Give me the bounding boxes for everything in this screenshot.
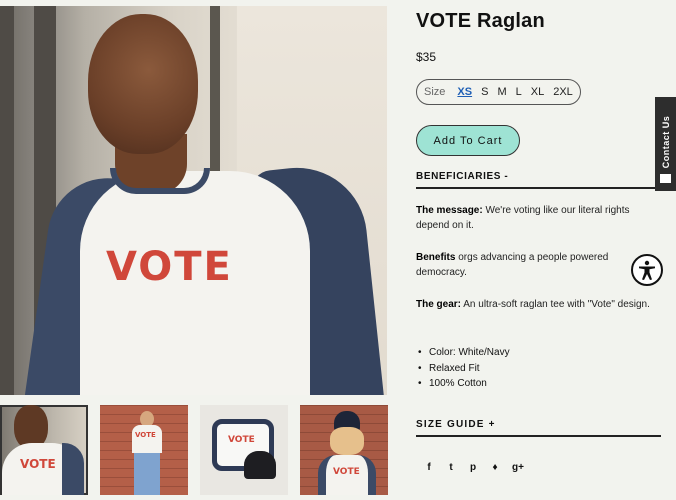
thumbnail-2[interactable]: VOTE [100,405,188,495]
benefits-label: Benefits [416,252,456,263]
thumbnail-strip: VOTE VOTE VOTE VOTE [0,405,388,495]
pinterest-icon[interactable]: p [468,462,478,473]
product-price: $35 [416,50,437,64]
thumbnail-3[interactable]: VOTE [200,405,288,495]
contact-us-tab[interactable]: Contact Us [655,97,676,191]
thumb-shirt-text: VOTE [333,467,360,477]
add-to-cart-button[interactable]: Add To Cart [416,125,520,156]
size-option-s[interactable]: S [481,86,488,98]
google-plus-icon[interactable]: g+ [512,462,524,473]
accessibility-button[interactable] [631,254,663,286]
chat-icon [660,174,671,183]
gear-paragraph: The gear: An ultra-soft raglan tee with … [416,297,651,312]
size-option-l[interactable]: L [516,86,522,98]
gear-text: An ultra-soft raglan tee with "Vote" des… [463,299,650,310]
benefits-paragraph: Benefits orgs advancing a people powered… [416,250,651,280]
social-share-bar: f t p ♦ g+ [424,462,524,473]
size-selector: Size XS S M L XL 2XL [416,79,581,105]
product-features-list: Color: White/Navy Relaxed Fit 100% Cotto… [418,345,510,392]
gear-label: The gear: [416,299,462,310]
model-head [88,14,198,154]
thumb-shirt-text: VOTE [135,431,156,439]
thumb-jeans [134,453,160,495]
size-guide-toggle[interactable]: SIZE GUIDE + [416,419,496,430]
list-item: Color: White/Navy [418,345,510,361]
size-guide-divider [416,435,661,437]
size-label: Size [424,86,446,98]
thumbnail-4[interactable]: VOTE [300,405,388,495]
list-item: 100% Cotton [418,376,510,392]
beneficiaries-divider [416,187,661,189]
product-title: VOTE Raglan [416,10,545,32]
thumb-beanie [244,451,276,479]
twitter-icon[interactable]: t [446,462,456,473]
thumb-model-head [330,427,364,455]
shirt-collar [110,168,210,194]
size-option-2xl[interactable]: 2XL [553,86,573,98]
shirt-print-text: VOTE [106,244,233,290]
contact-us-label: Contact Us [660,115,671,169]
size-option-xl[interactable]: XL [531,86,544,98]
message-paragraph: The message: We're voting like our liter… [416,203,651,233]
thumb-shirt-text: VOTE [20,457,56,471]
thumbnail-1[interactable]: VOTE [0,405,88,495]
photo-background-beam [0,6,14,395]
thumb-shirt [132,425,162,453]
list-item: Relaxed Fit [418,361,510,377]
size-option-xs[interactable]: XS [457,86,472,98]
thumb-shirt-text: VOTE [228,435,255,445]
fancy-icon[interactable]: ♦ [490,462,500,473]
accessibility-icon [639,260,655,280]
size-option-m[interactable]: M [497,86,506,98]
message-label: The message: [416,205,483,216]
facebook-icon[interactable]: f [424,462,434,473]
main-product-image[interactable]: VOTE [0,6,387,395]
thumb-sleeve [62,443,84,495]
beneficiaries-heading[interactable]: BENEFICIARIES - [416,171,508,182]
